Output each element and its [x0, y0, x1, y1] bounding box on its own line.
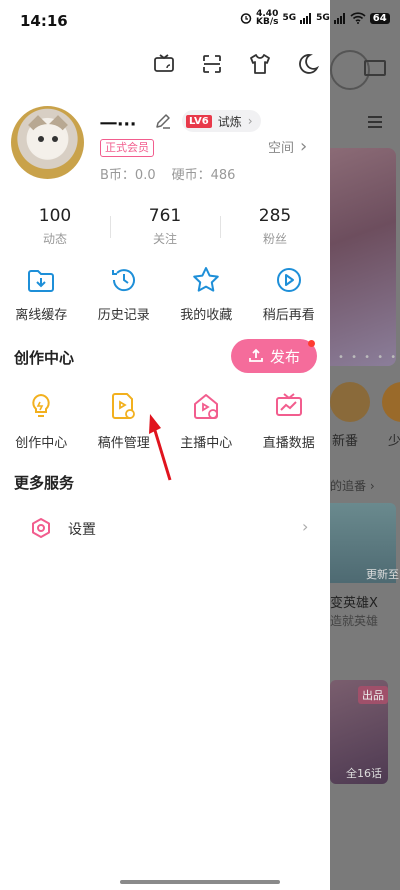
level-pill[interactable]: LV6 试炼 › [182, 110, 261, 132]
avatar[interactable] [11, 106, 84, 179]
bg-badge: 出品 [358, 686, 388, 704]
coin-text: 硬币：486 [171, 168, 236, 183]
quick-favorites[interactable]: 我的收藏 [165, 264, 248, 323]
space-label: 空间 [268, 141, 295, 156]
level-text: 试炼 [217, 114, 242, 129]
bg-anime-subtitle: 造就英雄 [330, 614, 379, 628]
network-speed: 4.40 KB/s [256, 9, 279, 27]
stat-dynamics[interactable]: 100 动态 [0, 206, 110, 247]
side-drawer: 14:16 4.40 KB/s 5G 5G 64 一··· LV6 试炼 › 正式… [0, 0, 390, 890]
mail-icon [364, 60, 386, 76]
quick-label: 历史记录 [97, 308, 150, 323]
scan-icon[interactable] [200, 52, 224, 76]
moon-icon[interactable] [296, 52, 320, 76]
stat-number: 761 [148, 206, 182, 226]
signal-label: 5G [282, 13, 297, 23]
stat-number: 285 [258, 206, 292, 226]
history-clock-icon [111, 269, 135, 292]
background-app: • • • • • 新番 少 的追番 › 更新至 变英雄X 造就英雄 出品 全1… [330, 0, 400, 890]
signal-icon [300, 12, 312, 24]
wifi-icon [350, 12, 366, 24]
quick-label: 离线缓存 [15, 308, 68, 323]
bg-tab-label: 新番 [332, 434, 359, 449]
lightbulb-icon [32, 393, 50, 417]
bg-banner [330, 148, 396, 366]
bg-tab-label: 少 [388, 434, 400, 449]
quick-history[interactable]: 历史记录 [83, 264, 166, 323]
quick-label: 稍后再看 [262, 308, 315, 323]
upload-icon [249, 348, 263, 362]
status-bar: 14:16 4.40 KB/s 5G 5G 64 [0, 0, 390, 44]
settings-label: 设置 [68, 522, 96, 538]
coin-info: B币：0.0 硬币：486 [100, 164, 235, 183]
bg-follow-text: 的追番 › [330, 479, 375, 493]
signal-icon [333, 12, 345, 24]
publish-label: 发布 [269, 347, 300, 366]
battery-icon: 64 [369, 12, 390, 24]
watch-later-icon [276, 268, 301, 292]
home-indicator[interactable] [120, 880, 280, 884]
quick-offline-cache[interactable]: 离线缓存 [0, 264, 83, 323]
vip-badge: 正式会员 [100, 139, 154, 157]
live-data-item[interactable]: 直播数据 [248, 390, 331, 451]
menu-icon [368, 116, 382, 128]
stat-fans[interactable]: 285 粉丝 [220, 206, 330, 247]
stat-label: 动态 [42, 232, 67, 246]
live-data-icon [275, 393, 302, 416]
stat-number: 100 [38, 206, 72, 226]
bg-episodes: 全16话 [346, 767, 382, 780]
creation-section-title: 创作中心 [14, 349, 75, 367]
bg-category-icon [330, 382, 370, 422]
level-badge: LV6 [186, 114, 212, 128]
chevron-right-icon: › [247, 114, 253, 128]
status-time: 14:16 [20, 12, 68, 30]
status-icons: 4.40 KB/s 5G 5G 64 [240, 9, 390, 27]
chevron-right-icon: › [300, 136, 308, 157]
bg-anime-title: 变英雄X [330, 596, 378, 611]
creation-center-item[interactable]: 创作中心 [0, 390, 83, 451]
drawer-top-icons [152, 52, 320, 76]
streamer-home-icon [194, 394, 219, 419]
stat-following[interactable]: 761 关注 [110, 206, 220, 247]
annotation-arrow [149, 414, 172, 481]
settings-row[interactable]: 设置 › [0, 505, 330, 551]
bg-carousel-dots: • • • • • [338, 352, 399, 363]
quick-watch-later[interactable]: 稍后再看 [248, 264, 331, 323]
bg-card-caption: 更新至 [366, 568, 399, 581]
bg-category-icon [382, 382, 400, 422]
tv-icon[interactable] [152, 52, 176, 76]
quick-actions: 离线缓存 历史记录 我的收藏 稍后再看 [0, 264, 330, 323]
star-icon [193, 267, 220, 292]
settings-icon [32, 518, 50, 538]
signal-label: 5G [316, 13, 330, 23]
tshirt-icon[interactable] [248, 52, 272, 76]
alarm-icon [240, 13, 252, 24]
more-services-title: 更多服务 [14, 474, 75, 492]
bcoin-text: B币：0.0 [100, 168, 156, 183]
chevron-right-icon: › [302, 517, 309, 536]
creation-label: 直播数据 [262, 436, 315, 451]
edit-icon[interactable] [154, 112, 172, 130]
stats-row: 100 动态 761 关注 285 粉丝 [0, 206, 330, 247]
notification-dot [308, 340, 315, 347]
stat-label: 关注 [152, 232, 177, 246]
manuscript-icon [111, 393, 135, 419]
username[interactable]: 一··· [100, 110, 136, 135]
stat-label: 粉丝 [262, 232, 287, 246]
publish-button[interactable]: 发布 [231, 339, 317, 373]
creation-label: 创作中心 [15, 436, 68, 451]
space-link[interactable]: 空间 › [268, 136, 307, 157]
download-folder-icon [28, 270, 55, 292]
quick-label: 我的收藏 [180, 308, 233, 323]
